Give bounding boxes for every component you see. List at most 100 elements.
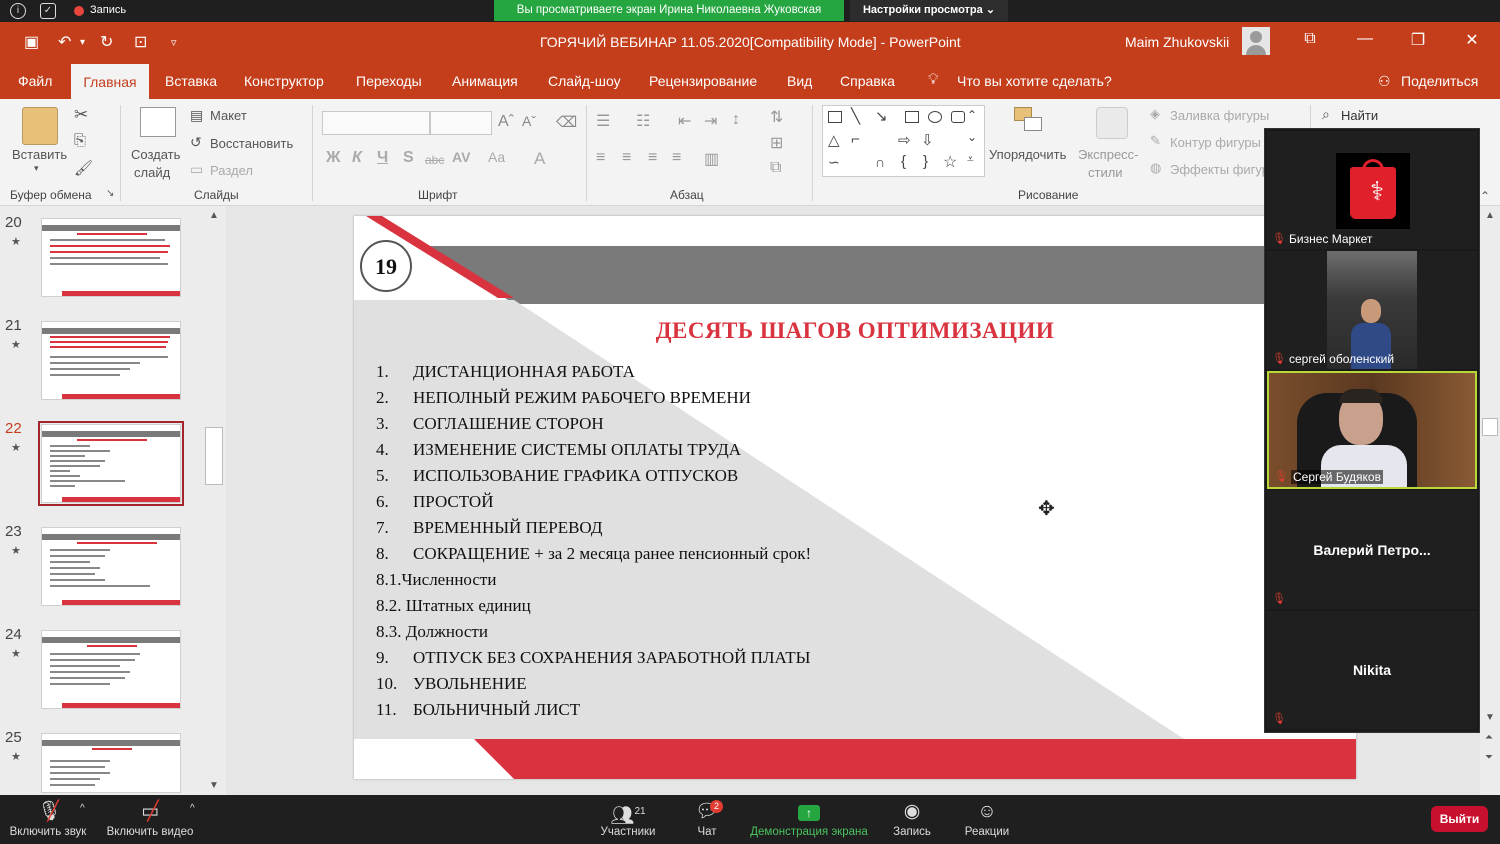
increase-indent-icon[interactable]: ⇥ <box>704 111 717 131</box>
tell-me-search[interactable]: Что вы хотите сделать? <box>957 73 1112 89</box>
copy-icon[interactable]: ⎘ <box>74 132 86 149</box>
columns-icon[interactable]: ▥ <box>704 149 719 169</box>
triangle-shape-icon[interactable]: △ <box>828 131 840 149</box>
textbox-shape-icon[interactable] <box>828 111 842 123</box>
new-slide-button[interactable]: Создать <box>131 147 180 162</box>
avatar[interactable] <box>1242 27 1270 55</box>
gallery-more-icon[interactable]: ⩡ <box>967 152 974 167</box>
thumbnails-scroll-thumb[interactable] <box>205 427 223 485</box>
strikethrough-icon[interactable]: abc <box>425 153 444 167</box>
scroll-down-icon[interactable]: ▼ <box>1485 712 1495 723</box>
tab-design[interactable]: Конструктор <box>244 73 324 89</box>
thumbnails-scrollbar[interactable]: ▲ ▼ <box>204 208 224 793</box>
next-slide-icon[interactable]: ⏷ <box>1485 752 1493 763</box>
align-center-icon[interactable]: ≡ <box>622 149 631 167</box>
font-family-combo[interactable] <box>322 111 430 135</box>
paste-icon[interactable] <box>22 107 58 145</box>
align-right-icon[interactable]: ≡ <box>648 149 657 167</box>
shape-effects-button[interactable]: Эффекты фигур <box>1170 162 1269 177</box>
change-case-icon[interactable]: Aa <box>488 149 505 165</box>
ribbon-display-icon[interactable]: ⧉ <box>1295 30 1325 48</box>
tab-home[interactable]: Главная <box>71 64 149 99</box>
rounded-rect-shape-icon[interactable] <box>951 111 965 123</box>
find-button[interactable]: Найти <box>1341 108 1378 123</box>
start-slideshow-icon[interactable]: ⊡ <box>134 32 147 52</box>
font-size-combo[interactable] <box>430 111 492 135</box>
collapse-ribbon-icon[interactable]: ⌃ <box>1480 189 1490 203</box>
elbow-connector-icon[interactable]: ⌐ <box>851 131 860 148</box>
curve-shape-icon[interactable]: ∩ <box>875 154 885 170</box>
gallery-up-icon[interactable]: ⌃ <box>967 108 977 122</box>
tab-view[interactable]: Вид <box>787 73 812 89</box>
underline-icon[interactable]: Ч <box>377 149 388 167</box>
arrange-icon[interactable] <box>1014 107 1044 137</box>
quick-styles-icon[interactable] <box>1096 107 1128 139</box>
right-arrow-shape-icon[interactable]: ⇨ <box>898 131 911 149</box>
bold-icon[interactable]: Ж <box>326 149 340 167</box>
tab-transitions[interactable]: Переходы <box>356 73 422 89</box>
brace-right-shape-icon[interactable]: } <box>923 153 928 170</box>
participant-tile[interactable]: ⚕ 🎙︎ Бизнес Маркет <box>1267 131 1477 249</box>
user-name[interactable]: Maim Zhukovskii <box>1125 34 1229 50</box>
reactions-button[interactable]: ☺ Реакции <box>962 799 1012 838</box>
shadow-icon[interactable]: S <box>403 149 414 167</box>
clear-formatting-icon[interactable]: ⌫ <box>556 113 577 131</box>
participant-tile[interactable]: Валерий Петро... 🎙︎ <box>1267 491 1477 609</box>
star-shape-icon[interactable]: ☆ <box>943 152 957 172</box>
freeform-shape-icon[interactable]: ∽ <box>828 154 840 171</box>
shape-fill-button[interactable]: Заливка фигуры <box>1170 108 1269 123</box>
brace-left-shape-icon[interactable]: { <box>901 153 906 170</box>
participant-tile-active-speaker[interactable]: 🎙︎ Сергей Будяков <box>1267 371 1477 489</box>
customize-qat-icon[interactable]: ▿ <box>171 36 177 49</box>
tab-insert[interactable]: Вставка <box>165 73 217 89</box>
shrink-font-icon[interactable]: Aˇ <box>522 113 536 129</box>
reset-button[interactable]: Восстановить <box>210 136 293 151</box>
slide-canvas[interactable]: 19 ДЕСЯТЬ ШАГОВ ОПТИМИЗАЦИИ 1. ДИСТАНЦИОН… <box>354 216 1356 779</box>
paste-button[interactable]: Вставить <box>12 147 67 162</box>
paste-dropdown-icon[interactable]: ▾ <box>34 163 39 174</box>
cut-icon[interactable]: ✂ <box>74 105 88 125</box>
previous-slide-icon[interactable]: ⏶ <box>1485 732 1493 743</box>
format-painter-icon[interactable]: 🖌︎ <box>74 159 93 177</box>
view-settings-dropdown[interactable]: Настройки просмотра ⌄ <box>850 0 1008 21</box>
scroll-thumb[interactable] <box>1482 418 1498 436</box>
save-icon[interactable]: ▣ <box>24 32 39 52</box>
tab-help[interactable]: Справка <box>840 73 895 89</box>
leave-meeting-button[interactable]: Выйти <box>1431 806 1488 832</box>
audio-options-caret-icon[interactable]: ^ <box>80 803 85 814</box>
undo-icon[interactable]: ↶ <box>58 32 71 52</box>
unmute-button[interactable]: 🎙︎╱ Включить звук <box>8 799 88 838</box>
tab-review[interactable]: Рецензирование <box>649 73 757 89</box>
tab-animation[interactable]: Анимация <box>452 73 518 89</box>
line-spacing-icon[interactable]: ↕ <box>732 111 740 129</box>
layout-button[interactable]: Макет <box>210 108 247 123</box>
new-slide-icon[interactable] <box>140 107 176 137</box>
participants-button[interactable]: 👥︎21 Участники <box>598 799 658 838</box>
down-arrow-shape-icon[interactable]: ⇩ <box>921 131 934 149</box>
align-text-icon[interactable]: ⊞ <box>770 133 783 153</box>
minimize-icon[interactable]: — <box>1350 30 1380 48</box>
video-options-caret-icon[interactable]: ^ <box>190 803 195 814</box>
bullets-icon[interactable]: ☰ <box>596 111 610 131</box>
restore-icon[interactable]: ❐ <box>1403 30 1433 50</box>
redo-icon[interactable]: ↻ <box>100 32 113 52</box>
font-color-icon[interactable]: A <box>534 149 545 169</box>
section-button[interactable]: Раздел <box>210 163 253 178</box>
record-button[interactable]: ◉ Запись <box>890 799 934 838</box>
slide-thumbnail[interactable] <box>41 527 181 606</box>
scroll-up-icon[interactable]: ▲ <box>209 210 219 221</box>
scroll-down-icon[interactable]: ▼ <box>209 780 219 791</box>
numbering-icon[interactable]: ☷ <box>636 111 650 131</box>
share-button[interactable]: Поделиться <box>1401 73 1478 89</box>
text-direction-icon[interactable]: ⇅ <box>770 107 783 127</box>
editing-area-scrollbar[interactable]: ▲ ▼ ⏶ ⏷ <box>1480 206 1500 795</box>
align-left-icon[interactable]: ≡ <box>596 149 605 167</box>
slide-thumbnail[interactable] <box>41 630 181 709</box>
quick-styles-button[interactable]: Экспресс- <box>1078 147 1139 162</box>
close-icon[interactable]: ✕ <box>1457 30 1487 50</box>
share-screen-button[interactable]: ↑ Демонстрация экрана <box>748 799 870 838</box>
dialog-launcher-icon[interactable]: ↘ <box>106 188 114 199</box>
arrow-shape-icon[interactable]: ↘ <box>875 107 888 125</box>
decrease-indent-icon[interactable]: ⇤ <box>678 111 691 131</box>
chat-button[interactable]: 💬︎ 2 Чат <box>690 799 724 838</box>
